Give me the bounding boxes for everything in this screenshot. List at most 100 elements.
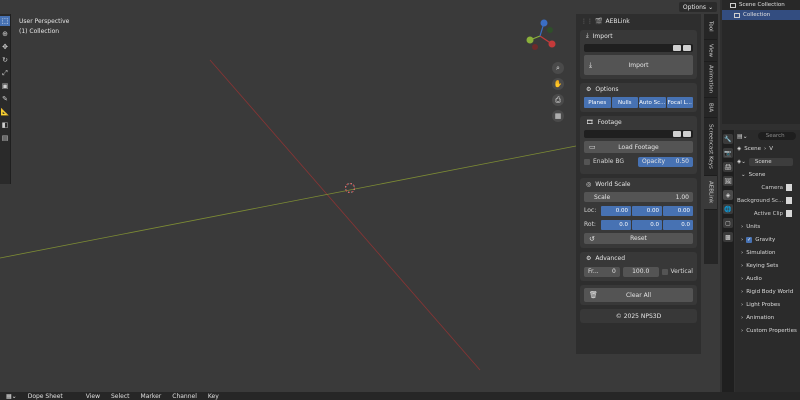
scale-field[interactable]: Scale 1.00 xyxy=(584,192,693,202)
ortho-grid-icon[interactable]: ▦ xyxy=(552,110,564,122)
enable-bg-checkbox[interactable] xyxy=(584,158,590,165)
reset-button[interactable]: ↺ Reset xyxy=(584,233,693,244)
scene-tab-icon[interactable]: ◈ xyxy=(723,190,733,200)
panel-units-label: Units xyxy=(746,223,761,230)
select-box-icon[interactable]: ⬚ xyxy=(0,16,10,26)
clear-all-button[interactable]: 🗑 Clear All xyxy=(584,288,693,302)
frame-field[interactable]: Fr... 0 xyxy=(584,266,620,277)
rotate-icon[interactable]: ↻ xyxy=(0,55,10,65)
panel-light-probes[interactable]: › Light Probes xyxy=(735,298,800,311)
rot-fields: 0.0 0.0 0.0 xyxy=(601,219,693,230)
import-header-label: Import xyxy=(592,32,613,40)
menu-select[interactable]: Select xyxy=(111,393,130,400)
panel-custom-properties-label: Custom Properties xyxy=(746,327,797,334)
import-arrow-icon: ⤓ xyxy=(586,32,589,39)
folder-icon[interactable] xyxy=(683,131,691,137)
options-header[interactable]: ⚙ Options xyxy=(580,83,697,95)
clip-icon xyxy=(786,210,792,217)
tool-tab-icon[interactable]: 🔧 xyxy=(723,134,733,144)
camera-view-icon[interactable]: ⎙ xyxy=(552,94,564,106)
background-scene-label: Background Sc... xyxy=(737,197,784,204)
folder-icon[interactable] xyxy=(683,45,691,51)
extra-tool-icon[interactable]: ▤ xyxy=(0,133,10,143)
panel-animation[interactable]: › Animation xyxy=(735,311,800,324)
toggle-focal-length[interactable]: Focal L... xyxy=(666,97,693,108)
scene-selector[interactable]: ◈⌄ Scene xyxy=(735,155,800,168)
loc-y-field[interactable]: 0.00 xyxy=(632,205,662,216)
view-layer-tab-icon[interactable]: 🖼 xyxy=(723,176,733,186)
load-footage-button[interactable]: ▭ Load Footage xyxy=(584,141,693,153)
chevron-right-icon: › xyxy=(741,236,744,243)
toggle-auto-scale[interactable]: Auto Sc... xyxy=(639,97,666,108)
loc-x-field[interactable]: 0.00 xyxy=(601,205,631,216)
scale-icon[interactable]: ⤢ xyxy=(0,68,10,78)
tab-bla[interactable]: BlA xyxy=(704,98,717,118)
outliner-scene-collection[interactable]: Scene Collection xyxy=(722,0,800,10)
transform-icon[interactable]: ▣ xyxy=(0,81,10,91)
file-icon[interactable] xyxy=(673,131,681,137)
panel-rigid-body-world[interactable]: › Rigid Body World xyxy=(735,285,800,298)
panel-audio[interactable]: › Audio xyxy=(735,272,800,285)
tab-screencast-keys[interactable]: Screencast Keys xyxy=(704,118,717,176)
camera-field[interactable]: Camera xyxy=(735,181,800,194)
collection-tab-icon[interactable]: ▢ xyxy=(723,218,733,228)
world-tab-icon[interactable]: 🌐 xyxy=(723,204,733,214)
panel-units[interactable]: › Units xyxy=(735,220,800,233)
tool-shelf: ⬚ ⊕ ✥ ↻ ⤢ ▣ ✎ 📐 ◧ ▤ xyxy=(0,14,11,184)
advanced-header[interactable]: ⚙ Advanced xyxy=(580,252,697,264)
tab-view[interactable]: View xyxy=(704,40,717,62)
import-header[interactable]: ⤓ Import xyxy=(580,30,697,42)
dots-icon: ⋮⋮ xyxy=(581,17,593,25)
measure-icon[interactable]: 📐 xyxy=(0,107,10,117)
advanced-value-field[interactable]: 100.0 xyxy=(622,266,659,277)
footage-header[interactable]: 🎞 Footage xyxy=(580,116,697,128)
footage-path-field[interactable] xyxy=(584,130,693,138)
tab-tool[interactable]: Tool xyxy=(704,14,717,40)
navigation-gizmo[interactable] xyxy=(522,18,558,54)
file-icon[interactable] xyxy=(673,45,681,51)
pan-hand-icon[interactable]: ✋ xyxy=(552,78,564,90)
vertical-checkbox[interactable] xyxy=(661,268,668,275)
editor-type-icon[interactable]: ▦⌄ xyxy=(6,393,17,400)
panel-keying-sets[interactable]: › Keying Sets xyxy=(735,259,800,272)
loc-z-field[interactable]: 0.00 xyxy=(663,205,693,216)
menu-channel[interactable]: Channel xyxy=(172,393,197,400)
editor-type-icon[interactable]: ▤⌄ xyxy=(737,133,748,140)
world-scale-header[interactable]: ◎ World Scale xyxy=(580,178,697,190)
dope-sheet-mode[interactable]: Dope Sheet xyxy=(28,393,63,400)
background-scene-field[interactable]: Background Sc... xyxy=(735,194,800,207)
gravity-checkbox[interactable]: ✓ xyxy=(746,236,753,243)
add-cube-icon[interactable]: ◧ xyxy=(0,120,10,130)
import-button[interactable]: ⤓ Import xyxy=(584,55,693,75)
active-clip-field[interactable]: Active Clip xyxy=(735,207,800,220)
output-tab-icon[interactable]: 🖨 xyxy=(723,162,733,172)
options-dropdown[interactable]: Options ⌄ xyxy=(679,2,717,12)
panel-custom-properties[interactable]: › Custom Properties xyxy=(735,324,800,337)
tab-animation[interactable]: Animation xyxy=(704,62,717,98)
scene-panel-header[interactable]: ⌄ Scene xyxy=(735,168,800,181)
panel-gravity[interactable]: › ✓ Gravity xyxy=(735,233,800,246)
annotate-icon[interactable]: ✎ xyxy=(0,94,10,104)
rot-x-field[interactable]: 0.0 xyxy=(601,219,631,230)
render-tab-icon[interactable]: 📷 xyxy=(723,148,733,158)
tab-aeblink[interactable]: AEBLink xyxy=(704,176,717,210)
toggle-nulls[interactable]: Nulls xyxy=(611,97,638,108)
rot-y-field[interactable]: 0.0 xyxy=(632,219,662,230)
active-clip-label: Active Clip xyxy=(753,210,783,217)
import-path-field[interactable] xyxy=(584,44,693,52)
outliner-collection[interactable]: Collection xyxy=(722,10,800,20)
zoom-icon[interactable]: ⌕ xyxy=(552,62,564,74)
toggle-planes[interactable]: Planes xyxy=(584,97,611,108)
rot-z-field[interactable]: 0.0 xyxy=(663,219,693,230)
menu-marker[interactable]: Marker xyxy=(141,393,162,400)
scene-name-field[interactable]: Scene xyxy=(748,157,793,166)
tab-screencast-keys-label: Screencast Keys xyxy=(707,124,714,169)
menu-key[interactable]: Key xyxy=(208,393,219,400)
menu-view[interactable]: View xyxy=(86,393,100,400)
move-icon[interactable]: ✥ xyxy=(0,42,10,52)
cursor-icon[interactable]: ⊕ xyxy=(0,29,10,39)
texture-tab-icon[interactable]: ▩ xyxy=(723,232,733,242)
properties-search-input[interactable]: Search xyxy=(757,132,796,140)
opacity-slider[interactable]: Opacity 0.50 xyxy=(638,156,693,167)
panel-simulation[interactable]: › Simulation xyxy=(735,246,800,259)
